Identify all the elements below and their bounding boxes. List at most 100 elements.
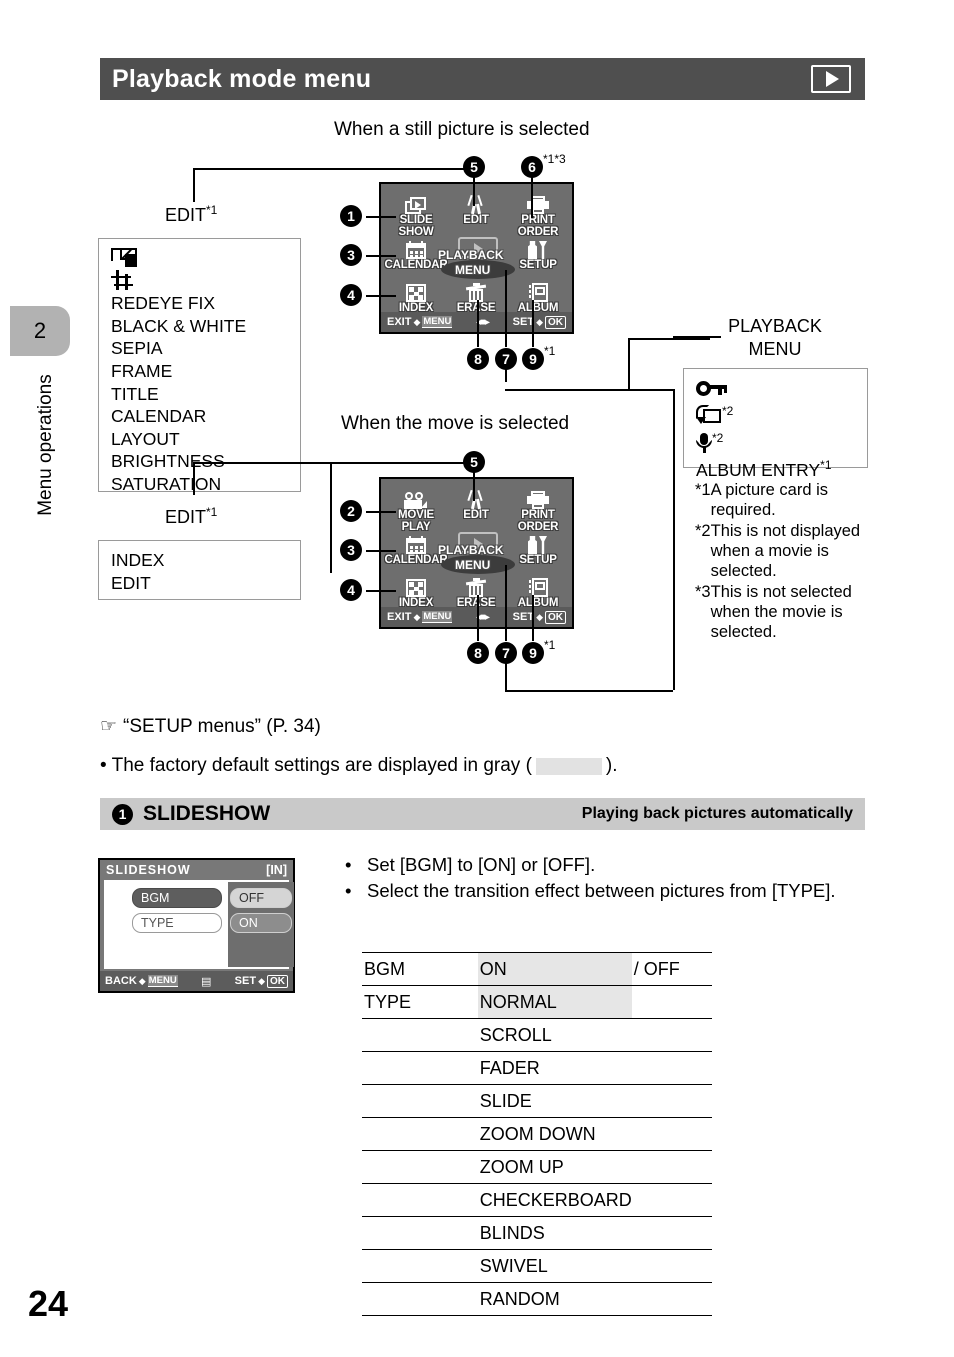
lcd-cell-album[interactable]: ALBUM [509, 282, 567, 315]
slideshow-item-bgm[interactable]: BGM [132, 888, 222, 908]
bullet-5-movie: 5 [463, 451, 485, 473]
connector [193, 462, 473, 464]
slideshow-option-on[interactable]: ON [230, 913, 292, 933]
erase-icon [465, 578, 487, 597]
playback-menu-box: *2 *2 ALBUM ENTRY*1 [683, 368, 868, 480]
row-extra [632, 1217, 712, 1250]
pb-item-album-entry: ALBUM ENTRY*1 [696, 458, 832, 481]
slideshow-card-indicator: [IN] [266, 863, 287, 877]
section-header-slideshow: 1 SLIDESHOW Playing back pictures automa… [100, 798, 865, 830]
footnote-2: *2 This is not displayed when a movie is… [695, 522, 861, 580]
row-extra [632, 1085, 712, 1118]
pb-item-rotate: *2 [696, 400, 867, 427]
resize-icon [111, 248, 137, 267]
bullet-9-movie: 9 [522, 642, 544, 664]
connector [193, 462, 195, 495]
row-value: NORMAL [477, 985, 632, 1019]
page-title: Playback mode menu [112, 64, 372, 93]
connector [477, 595, 479, 641]
row-value: ZOOM DOWN [479, 1123, 596, 1144]
bullet-6-sup: *1*3 [543, 152, 566, 166]
default-settings-note: • The factory default settings are displ… [100, 755, 618, 777]
connector [505, 690, 673, 692]
connector [477, 300, 479, 347]
movie-caption: When the move is selected [341, 413, 570, 434]
lcd-playback-label-2: MENU [455, 558, 491, 572]
row-extra [632, 1052, 712, 1085]
edit-item-sepia: SEPIA [111, 338, 163, 359]
lcd-cell-setup-movie[interactable]: SETUP [507, 534, 569, 567]
edit-icon [466, 489, 486, 510]
edit-movie-box: INDEX EDIT [98, 540, 301, 600]
table-row: RANDOM [362, 1283, 712, 1316]
movie-play-icon [404, 492, 428, 509]
edit-item-title: TITLE [111, 383, 159, 404]
connector [330, 463, 332, 573]
connector [193, 168, 195, 202]
lcd-cell-erase-movie[interactable]: ERASE [447, 577, 505, 610]
lcd-cell-setup[interactable]: SETUP [507, 239, 569, 272]
row-extra [632, 1151, 712, 1184]
connector [532, 595, 534, 641]
slideshow-item-type[interactable]: TYPE [132, 913, 222, 933]
lcd-cell-print-order-movie[interactable]: PRINT ORDER [507, 489, 569, 533]
slideshow-instructions: • Set [BGM] to [ON] or [OFF]. • Select the… [345, 852, 845, 904]
slideshow-icon [405, 197, 427, 214]
crop-icon [111, 269, 133, 290]
footnote-1: *1 A picture card is required. [695, 481, 828, 519]
edit-item-saturation: SATURATION [111, 473, 222, 494]
rotate-icon [696, 405, 722, 425]
row-extra [632, 986, 712, 1019]
edit-still-box: REDEYE FIX BLACK & WHITE SEPIA FRAME TIT… [98, 238, 301, 494]
still-picture-caption: When a still picture is selected [334, 119, 590, 140]
bullet-2: 2 [340, 500, 362, 522]
row-label [362, 1184, 478, 1217]
table-row: BGM ON / OFF [362, 952, 712, 986]
lcd-playback-label-2: MENU [455, 263, 491, 277]
pb-item-protect [696, 377, 867, 400]
bullet-3: 3 [340, 244, 362, 266]
lcd-cell-print-order[interactable]: PRINT ORDER [507, 194, 569, 238]
section-title: SLIDESHOW [143, 802, 271, 825]
index-icon [406, 284, 426, 302]
table-row: SCROLL [362, 1019, 712, 1052]
table-row: SLIDE [362, 1085, 712, 1118]
calendar-icon [406, 241, 426, 259]
footnotes: *1 A picture card is required. *2 This i… [695, 480, 880, 643]
row-label [362, 1283, 478, 1316]
bullet-8: 8 [467, 348, 489, 370]
edit-still-label: EDIT*1 [165, 203, 218, 225]
section-subtitle: Playing back pictures automatically [581, 805, 853, 822]
row-value: CHECKERBOARD [479, 1189, 632, 1210]
lcd-cell-erase[interactable]: ERASE [447, 282, 505, 315]
edit-item-resize [111, 247, 300, 270]
gray-swatch [535, 757, 602, 775]
setup-menus-reference[interactable]: ☞ “SETUP menus” (P. 34) [100, 715, 321, 738]
bullet-5: 5 [463, 156, 485, 178]
setup-ref-text: “SETUP menus” (P. 34) [123, 715, 321, 737]
index-icon [406, 579, 426, 597]
connector [628, 389, 675, 391]
row-value: SCROLL [479, 1024, 552, 1045]
chapter-tab: 2 [10, 306, 70, 356]
connector [366, 590, 396, 592]
slideshow-lcd-bottom-bar: BACK ◆ MENU ▤ SET ◆ OK [100, 971, 293, 991]
slideshow-settings-table: BGM ON / OFF TYPE NORMAL SCROLL FADER SL… [362, 952, 712, 1316]
table-row: CHECKERBOARD [362, 1184, 712, 1217]
row-label [362, 1250, 478, 1283]
lcd-cell-edit[interactable]: EDIT [447, 194, 505, 227]
lcd-playback-label-1: PLAYBACK [438, 248, 504, 262]
key-icon [696, 381, 727, 396]
slideshow-option-off[interactable]: OFF [230, 888, 292, 908]
bullet-7: 7 [495, 348, 517, 370]
lcd-cell-index[interactable]: INDEX [387, 282, 445, 315]
bullet-9-movie-sup: *1 [544, 638, 556, 652]
slideshow-updown-hint: ▤ [200, 975, 212, 988]
lcd-cell-album-movie[interactable]: ALBUM [509, 577, 567, 610]
row-label [362, 1085, 478, 1118]
lcd-cell-index-movie[interactable]: INDEX [387, 577, 445, 610]
connector [366, 216, 396, 218]
lcd-cell-edit-movie[interactable]: EDIT [447, 489, 505, 522]
connector [366, 295, 396, 297]
edit-movie-item-index: INDEX [111, 550, 165, 570]
